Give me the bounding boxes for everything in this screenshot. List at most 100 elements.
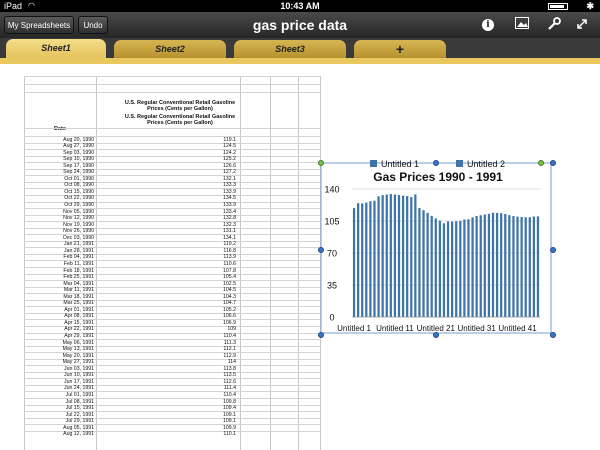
grid-line — [270, 76, 271, 450]
bar — [385, 194, 388, 317]
column-header-2: U.S. Regular Conventional Retail Gasolin… — [124, 114, 236, 126]
tab-sheet3[interactable]: Sheet3 — [234, 40, 346, 58]
legend-label: Untitled 1 — [381, 160, 419, 169]
bar — [365, 202, 368, 317]
bar — [377, 196, 380, 317]
bar — [467, 219, 470, 317]
bar — [520, 216, 523, 317]
bar — [508, 215, 511, 317]
date-header: Date — [54, 126, 66, 132]
bar — [426, 212, 429, 317]
resize-handle-bottom[interactable] — [433, 332, 439, 338]
bar — [373, 200, 376, 317]
bar — [381, 195, 384, 317]
resize-handle-left[interactable] — [318, 247, 324, 253]
bar — [524, 217, 527, 317]
image-icon[interactable] — [514, 17, 530, 33]
bar — [516, 216, 519, 317]
legend-label: Untitled 2 — [467, 160, 505, 169]
sheet-tab-bar: Sheet1 Sheet2 Sheet3 + — [0, 38, 600, 60]
bar — [500, 213, 503, 317]
toolbar: My Spreadsheets Undo gas price data i — [0, 12, 600, 38]
chart-title: Gas Prices 1990 - 1991 — [373, 170, 503, 184]
tab-sheet2[interactable]: Sheet2 — [114, 40, 226, 58]
bar — [361, 203, 364, 317]
bar — [397, 195, 401, 317]
info-icon[interactable]: i — [482, 19, 494, 31]
undo-button[interactable]: Undo — [78, 16, 108, 34]
bar — [483, 214, 486, 317]
y-tick-label: 0 — [329, 313, 334, 323]
bar — [369, 201, 372, 317]
chart-canvas: Untitled 1 Untitled 2Gas Prices 1990 - 19… — [320, 160, 552, 334]
grid-line — [24, 76, 320, 77]
bar — [487, 213, 491, 317]
bar — [438, 220, 441, 317]
bluetooth-icon: ✱ — [586, 1, 594, 11]
legend-swatch — [456, 160, 463, 167]
fullscreen-icon[interactable] — [574, 17, 590, 33]
wrench-icon[interactable] — [546, 17, 562, 33]
rotate-handle-left[interactable] — [318, 160, 324, 166]
bar — [479, 215, 482, 317]
bar — [528, 217, 531, 317]
grid-line — [96, 76, 97, 450]
bar — [422, 210, 425, 317]
bar — [463, 219, 466, 317]
bar — [495, 212, 499, 317]
column-header-1: U.S. Regular Conventional Retail Gasolin… — [124, 100, 236, 112]
bar — [491, 212, 495, 317]
grid-line — [24, 84, 320, 85]
bar — [410, 197, 413, 317]
cell-grid[interactable]: U.S. Regular Conventional Retail Gasolin… — [24, 76, 321, 450]
bar — [471, 217, 474, 317]
bar — [451, 221, 454, 317]
legend-swatch — [370, 160, 377, 167]
battery-icon — [548, 3, 568, 10]
x-tick-label: Untitled 11 — [376, 324, 414, 333]
grid-line — [24, 128, 320, 129]
bar — [389, 194, 392, 317]
resize-handle-bottom-right[interactable] — [550, 332, 556, 338]
bar — [352, 208, 356, 317]
bar-chart[interactable]: Untitled 1 Untitled 2 Gas Prices 1990 - 19… — [318, 160, 556, 338]
bar — [418, 208, 421, 317]
bar — [434, 218, 437, 317]
bar — [512, 216, 515, 317]
bar — [532, 216, 535, 317]
bar — [442, 223, 446, 317]
resize-handle-bottom-left[interactable] — [318, 332, 324, 338]
grid-line — [298, 76, 299, 450]
tab-sheet1[interactable]: Sheet1 — [6, 39, 106, 60]
add-sheet-button[interactable]: + — [354, 40, 446, 58]
y-tick-label: 105 — [324, 217, 339, 227]
x-tick-label: Untitled 41 — [498, 324, 537, 333]
y-tick-label: 35 — [327, 281, 337, 291]
bar — [475, 216, 478, 317]
y-tick-label: 140 — [324, 185, 339, 195]
bar — [430, 215, 433, 317]
my-spreadsheets-button[interactable]: My Spreadsheets — [4, 16, 74, 34]
x-tick-label: Untitled 1 — [337, 324, 371, 333]
bar — [459, 220, 462, 317]
resize-handle-top-right[interactable] — [550, 160, 556, 166]
bar — [393, 194, 397, 317]
resize-handle-top[interactable] — [433, 160, 439, 166]
spreadsheet: U.S. Regular Conventional Retail Gasolin… — [0, 64, 600, 450]
bar — [406, 196, 409, 317]
bar — [536, 216, 540, 317]
rotate-handle-right[interactable] — [538, 160, 544, 166]
bar — [504, 214, 507, 317]
clock: 10:43 AM — [280, 1, 320, 11]
resize-handle-right[interactable] — [550, 247, 556, 253]
bar — [455, 221, 458, 317]
battery-level — [550, 5, 564, 8]
x-tick-label: Untitled 31 — [458, 324, 497, 333]
bar — [357, 203, 360, 317]
grid-line — [24, 92, 320, 93]
y-tick-label: 70 — [327, 249, 337, 259]
price-cell[interactable]: 110.1 — [124, 430, 236, 438]
date-cell[interactable]: Aug 12, 1991 — [24, 430, 94, 438]
status-bar: iPad ◠ 10:43 AM ✱ — [0, 0, 600, 12]
grid-line — [240, 76, 241, 450]
